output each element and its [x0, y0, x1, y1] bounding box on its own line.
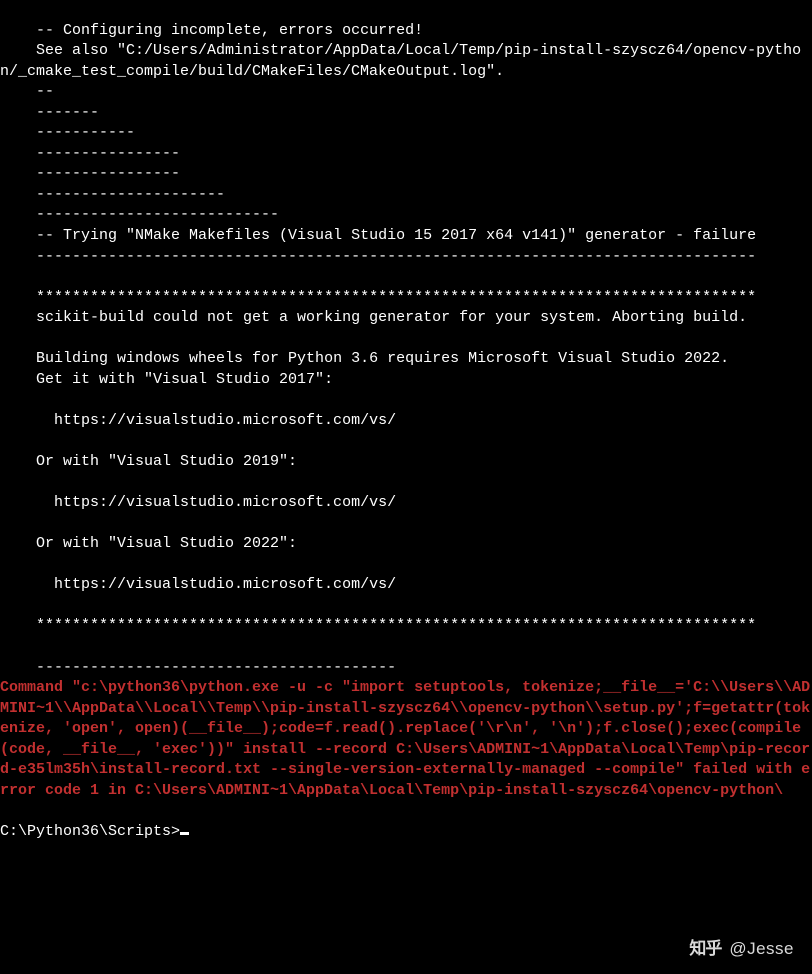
output-line: See also "C:/Users/Administrator/AppData…: [0, 42, 801, 80]
output-line: ----------------: [0, 145, 180, 162]
output-line: ****************************************…: [0, 289, 756, 306]
output-line: Or with "Visual Studio 2022":: [0, 535, 297, 552]
output-line: -- Trying "NMake Makefiles (Visual Studi…: [0, 227, 756, 244]
error-output: Command "c:\python36\python.exe -u -c "i…: [0, 679, 810, 799]
output-line: ----------------------------------------…: [0, 248, 756, 265]
output-line: Building windows wheels for Python 3.6 r…: [0, 350, 729, 367]
output-line: Get it with "Visual Studio 2017":: [0, 371, 333, 388]
output-line: ----------------------------------------: [0, 659, 396, 676]
output-line: https://visualstudio.microsoft.com/vs/: [0, 576, 396, 593]
output-line: Or with "Visual Studio 2019":: [0, 453, 297, 470]
output-line: ****************************************…: [0, 617, 756, 634]
terminal-output: -- Configuring incomplete, errors occurr…: [0, 0, 812, 842]
output-line: --: [0, 83, 54, 100]
output-line: https://visualstudio.microsoft.com/vs/: [0, 412, 396, 429]
watermark-handle: @Jesse: [729, 937, 794, 960]
output-line: ----------------: [0, 165, 180, 182]
command-prompt[interactable]: C:\Python36\Scripts>: [0, 823, 180, 840]
zhihu-logo-icon: 知乎: [689, 937, 721, 960]
output-line: -- Configuring incomplete, errors occurr…: [0, 22, 423, 39]
output-line: -------: [0, 104, 99, 121]
watermark: 知乎 @Jesse: [689, 937, 794, 960]
cursor-icon: [180, 832, 189, 835]
output-line: ---------------------------: [0, 206, 279, 223]
output-line: -----------: [0, 124, 135, 141]
output-line: https://visualstudio.microsoft.com/vs/: [0, 494, 396, 511]
output-line: scikit-build could not get a working gen…: [0, 309, 747, 326]
output-line: ---------------------: [0, 186, 225, 203]
